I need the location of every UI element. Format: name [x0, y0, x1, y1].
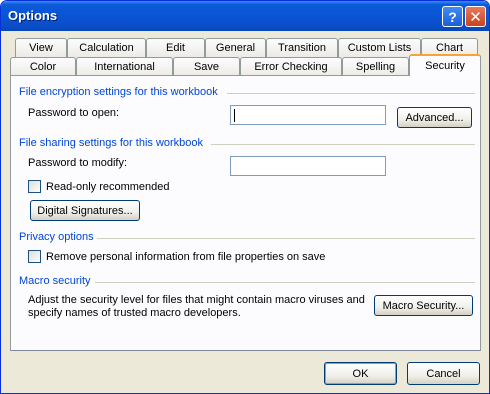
privacy-section-title: Privacy options: [19, 231, 94, 243]
macro-description-line1: Adjust the security level for files that…: [28, 294, 365, 306]
tab-view[interactable]: View: [15, 38, 67, 57]
security-panel: File encryption settings for this workbo…: [10, 75, 481, 351]
section-divider: [227, 93, 475, 94]
ok-button[interactable]: OK: [324, 362, 397, 385]
remove-info-checkbox[interactable]: [28, 250, 41, 263]
text-caret: [234, 109, 235, 122]
remove-info-label: Remove personal information from file pr…: [46, 251, 326, 263]
tab-custom-lists[interactable]: Custom Lists: [338, 38, 421, 57]
digital-signatures-button[interactable]: Digital Signatures...: [30, 200, 140, 221]
encryption-section-title: File encryption settings for this workbo…: [19, 86, 218, 98]
password-modify-input[interactable]: [230, 156, 386, 176]
tab-save[interactable]: Save: [173, 57, 240, 76]
tab-spelling[interactable]: Spelling: [342, 57, 409, 76]
tab-general[interactable]: General: [205, 38, 266, 57]
sharing-section-title: File sharing settings for this workbook: [19, 137, 204, 149]
readonly-label: Read-only recommended: [46, 181, 170, 193]
password-open-label: Password to open:: [28, 107, 120, 119]
macro-description-line2: specify names of trusted macro developer…: [28, 307, 241, 319]
section-divider: [211, 144, 475, 145]
options-dialog: Options ? ✕ View Calculation Edit Genera…: [0, 0, 490, 394]
tab-strip: View Calculation Edit General Transition…: [1, 1, 489, 81]
password-modify-label: Password to modify:: [28, 157, 128, 169]
readonly-checkbox[interactable]: [28, 180, 41, 193]
advanced-button[interactable]: Advanced...: [397, 107, 472, 128]
tab-calculation[interactable]: Calculation: [67, 38, 146, 57]
tab-edit[interactable]: Edit: [146, 38, 205, 57]
cancel-button[interactable]: Cancel: [407, 362, 480, 385]
macro-security-button[interactable]: Macro Security...: [374, 295, 473, 316]
section-divider: [95, 282, 475, 283]
tab-transition[interactable]: Transition: [266, 38, 338, 57]
password-open-input[interactable]: [230, 105, 386, 125]
macro-section-title: Macro security: [19, 275, 91, 287]
tab-color[interactable]: Color: [10, 57, 76, 76]
tab-international[interactable]: International: [76, 57, 173, 76]
section-divider: [97, 238, 475, 239]
tab-error-checking[interactable]: Error Checking: [240, 57, 342, 76]
tab-security[interactable]: Security: [409, 54, 481, 76]
